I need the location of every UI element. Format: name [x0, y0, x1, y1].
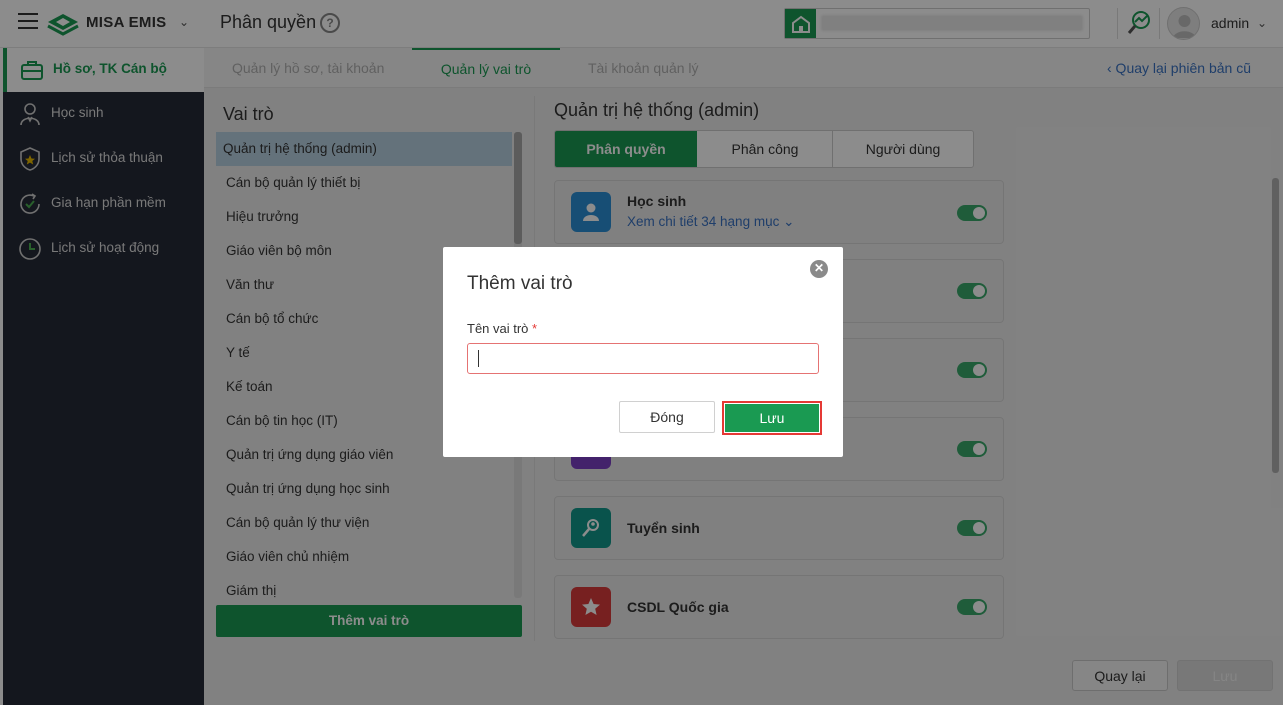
role-name-input[interactable]: [467, 343, 819, 374]
dialog-title: Thêm vai trò: [467, 273, 573, 294]
dialog-close-button[interactable]: Đóng: [619, 401, 715, 433]
dialog-save-button[interactable]: Lưu: [722, 401, 822, 435]
required-mark: *: [532, 321, 538, 336]
close-icon[interactable]: ✕: [810, 260, 828, 278]
text-cursor: [478, 350, 479, 367]
add-role-dialog: Thêm vai trò ✕ Tên vai trò * Đóng Lưu: [443, 247, 843, 457]
role-name-label: Tên vai trò *: [467, 321, 537, 336]
dialog-save-label: Lưu: [725, 404, 819, 432]
role-name-label-text: Tên vai trò: [467, 321, 529, 336]
